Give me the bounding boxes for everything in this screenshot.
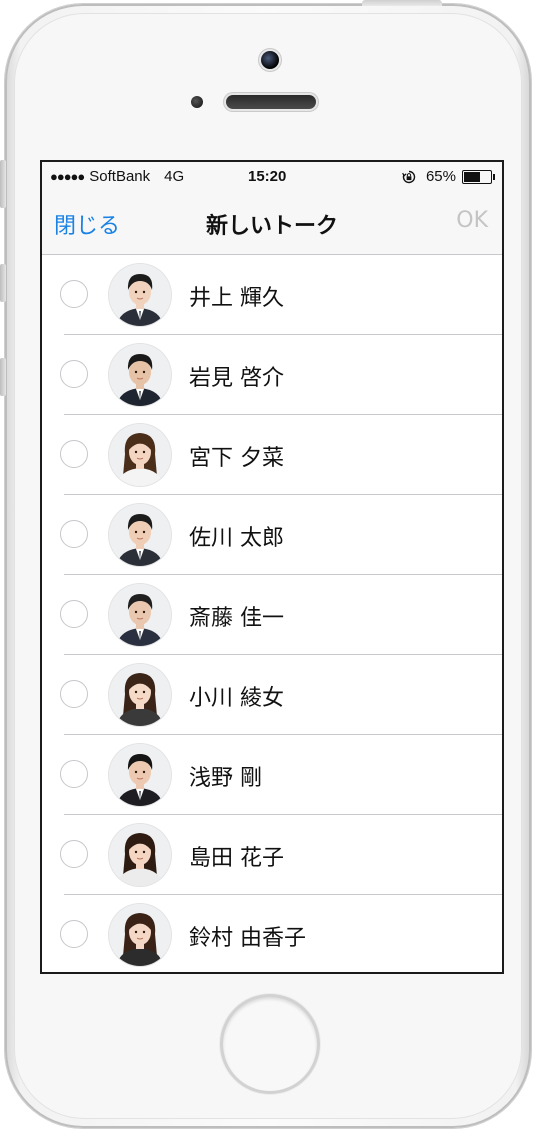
select-radio[interactable] [60,840,88,868]
contact-name: 小川 綾女 [189,686,284,711]
contact-row[interactable]: 井上 輝久 [42,255,502,335]
battery-percent: 65% [425,168,456,185]
avatar [109,664,171,726]
navigation-bar: 閉じる 新しいトーク OK [42,192,502,255]
carrier-name: SoftBank [89,168,151,185]
contact-row[interactable]: 宮下 夕菜 [42,415,502,495]
battery-tip [493,173,495,180]
contact-row[interactable]: 佐川 太郎 [42,495,502,575]
volume-down-button [0,358,6,396]
avatar [109,264,171,326]
contact-name: 斎藤 佳一 [189,606,284,631]
contact-row[interactable]: 岩見 啓介 [42,335,502,415]
earpiece-speaker [226,95,316,109]
contact-name: 島田 花子 [189,846,284,871]
contact-name: 佐川 太郎 [189,526,284,551]
contact-name: 井上 輝久 [189,286,284,311]
select-radio[interactable] [60,920,88,948]
contact-row[interactable]: 浅野 剛 [42,735,502,815]
network-type: 4G [164,168,185,185]
select-radio[interactable] [60,760,88,788]
status-right: 65% [402,168,495,185]
contact-name: 浅野 剛 [189,766,262,791]
volume-up-button [0,264,6,302]
avatar [109,504,171,566]
home-button[interactable] [223,997,317,1091]
status-bar: ●●●●● SoftBank 4G 15:20 65% [42,162,502,192]
contact-name: 岩見 啓介 [189,366,284,391]
avatar [109,904,171,966]
select-radio[interactable] [60,520,88,548]
front-camera-icon [261,51,279,69]
select-radio[interactable] [60,680,88,708]
rotation-lock-icon [402,170,416,183]
battery-level [464,171,481,182]
select-radio[interactable] [60,440,88,468]
ok-button[interactable]: OK [456,208,488,233]
contact-row[interactable]: 斎藤 佳一 [42,575,502,655]
contact-row[interactable]: 鈴村 由香子 [42,895,502,972]
avatar [109,344,171,406]
page-title: 新しいトーク [205,214,338,239]
signal-strength-icon: ●●●●● [50,169,85,184]
select-radio[interactable] [60,360,88,388]
select-radio[interactable] [60,600,88,628]
avatar [109,584,171,646]
select-radio[interactable] [60,280,88,308]
contact-row[interactable]: 小川 綾女 [42,655,502,735]
power-button [362,0,442,6]
avatar [109,424,171,486]
contact-list: 井上 輝久岩見 啓介宮下 夕菜佐川 太郎斎藤 佳一小川 綾女浅野 剛島田 花子鈴… [42,255,502,972]
avatar [109,824,171,886]
status-left: ●●●●● SoftBank 4G [50,168,184,185]
contact-row[interactable]: 島田 花子 [42,815,502,895]
contact-name: 宮下 夕菜 [189,446,284,471]
screen: ●●●●● SoftBank 4G 15:20 65% 閉じる 新しいトーク O… [40,160,504,974]
status-time: 15:20 [248,168,287,185]
contact-name: 鈴村 由香子 [189,926,306,951]
mute-switch [0,160,6,208]
proximity-sensor [191,96,203,108]
battery-icon [462,169,495,184]
avatar [109,744,171,806]
